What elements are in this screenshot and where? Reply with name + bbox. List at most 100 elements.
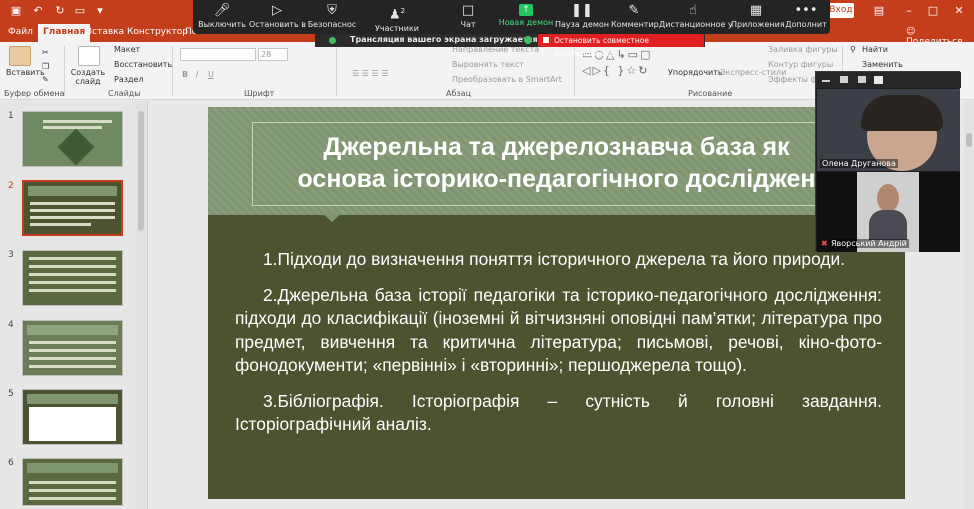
more-button[interactable]: ••• Дополнит [785, 0, 827, 34]
stop-video-button[interactable]: ▷ Остановить в [249, 0, 306, 34]
slide-thumbnail-4[interactable] [22, 320, 123, 376]
annotate-label: Комментир [611, 20, 659, 29]
save-icon[interactable]: ▣ [8, 3, 24, 19]
font-group-label: Шрифт [244, 89, 275, 98]
pause-share-button[interactable]: ❚❚ Пауза демон [555, 0, 609, 34]
chevron-down-icon[interactable]: ▾ [92, 3, 108, 19]
chat-button[interactable]: □ Чат [451, 0, 485, 34]
reset-button[interactable]: Восстановить [114, 60, 172, 69]
signin-button[interactable]: Вход [828, 3, 854, 18]
mute-button[interactable]: 🎤︎ Выключить [197, 0, 247, 34]
shape-outline-button[interactable]: Контур фигуры [768, 60, 833, 69]
layout-button[interactable]: Макет [114, 45, 140, 54]
replace-button[interactable]: Заменить [862, 60, 903, 69]
thumb-header [28, 186, 117, 196]
find-button[interactable]: Найти [862, 45, 888, 54]
undo-icon[interactable]: ↶ [30, 3, 46, 19]
redo-icon[interactable]: ↻ [52, 3, 68, 19]
strip-view-icon[interactable] [858, 76, 866, 83]
thumb-text-line [29, 357, 116, 360]
tab-home[interactable]: Главная [38, 24, 91, 42]
tab-design[interactable]: Конструктор [127, 25, 188, 40]
pause-icon: ❚❚ [571, 3, 593, 18]
maximize-icon[interactable]: □ [922, 2, 944, 20]
thumb-text-line [29, 289, 116, 292]
format-painter-icon[interactable]: ✎ [42, 75, 49, 84]
underline-icon[interactable]: U [208, 70, 214, 79]
scrollbar-thumb[interactable] [966, 133, 972, 147]
security-label: Безопаснос [307, 20, 357, 29]
slide-number: 2 [8, 181, 14, 191]
slide-thumbnail-6[interactable] [22, 458, 123, 506]
slide-thumbnail-3[interactable] [22, 250, 123, 306]
slide-title[interactable]: Джерельна та джерелознавча база як основ… [208, 131, 905, 195]
shape-fill-button[interactable]: Заливка фигуры [768, 45, 838, 54]
tab-insert[interactable]: Вставка [86, 25, 124, 40]
copy-icon[interactable]: ❐ [42, 62, 49, 71]
align-text-button[interactable]: Выровнять текст [452, 60, 524, 69]
paste-button[interactable]: Вставить [6, 68, 45, 77]
video-camera-icon: ▷ [272, 3, 282, 18]
cut-icon[interactable]: ✂ [42, 48, 49, 57]
participants-icon: ♟2 [388, 7, 406, 23]
participants-label: Участники [374, 24, 420, 34]
thumbnails-scrollbar[interactable] [136, 101, 146, 509]
thumb-text-line [30, 202, 115, 205]
ribbon-display-icon[interactable]: ▤ [868, 2, 890, 20]
slide-thumbnail-1[interactable] [22, 111, 123, 167]
tab-file[interactable]: Файл [8, 25, 33, 40]
speaker-view-icon[interactable] [840, 76, 848, 83]
grid-view-icon[interactable] [874, 76, 883, 84]
zoom-meeting-toolbar: 🎤︎ Выключить ▷ Остановить в ⛨ Безопаснос ♟2… [193, 0, 830, 34]
editor-scrollbar[interactable] [964, 101, 974, 509]
divider [336, 46, 337, 96]
slide-body[interactable]: 1.Підходи до визначення поняття історичн… [235, 248, 882, 449]
security-button[interactable]: ⛨ Безопаснос [307, 0, 357, 34]
remote-control-button[interactable]: ☝ Дистанционное у [659, 0, 733, 34]
slides-group-label: Слайды [108, 89, 141, 98]
present-icon[interactable]: ▭ [72, 3, 88, 19]
font-size-field[interactable]: 28 [258, 48, 288, 61]
new-slide-icon[interactable] [78, 46, 100, 66]
remote-control-label: Дистанционное у [659, 20, 733, 29]
video-tile[interactable]: Олена Друганова [817, 89, 960, 171]
microphone-icon: 🎤︎ [213, 3, 231, 18]
scrollbar-thumb[interactable] [138, 111, 144, 231]
align-icons[interactable]: ☰ ☰ ☰ ☰ [352, 69, 388, 78]
thumb-text-line [29, 341, 116, 344]
italic-icon[interactable]: I [196, 70, 198, 79]
new-share-button[interactable]: ↑ Новая демон [497, 0, 555, 34]
pencil-icon: ✎ [628, 3, 640, 18]
apps-button[interactable]: ▦ Приложения [731, 0, 785, 34]
shapes-gallery-icon[interactable]: ◁▷{ }☆↻ [582, 64, 650, 77]
convert-smartart-button[interactable]: Преобразовать в SmartArt [452, 75, 562, 84]
check-icon [524, 36, 532, 44]
stop-icon [543, 37, 549, 43]
font-name-field[interactable] [180, 48, 256, 61]
participants-button[interactable]: ♟2 Участники [371, 0, 423, 34]
bold-icon[interactable]: B [182, 70, 188, 79]
section-button[interactable]: Раздел [114, 75, 144, 84]
video-tile[interactable]: ✖ Яворський Андрій [817, 172, 960, 252]
chat-label: Чат [460, 20, 476, 29]
more-icon: ••• [794, 3, 818, 18]
slide-thumbnail-5[interactable] [22, 389, 123, 445]
annotate-button[interactable]: ✎ Комментир [611, 0, 659, 34]
new-slide-button[interactable]: Создать слайд [70, 68, 106, 86]
arrange-button[interactable]: Упорядочить [668, 68, 723, 77]
paragraph-group-label: Абзац [446, 89, 472, 98]
thumb-text-box [29, 407, 116, 441]
thumb-text-line [29, 481, 116, 484]
share-status-text: Трансляция вашего экрана загружается [350, 35, 538, 44]
slide-thumbnails-panel: 1 2 3 4 5 6 [0, 101, 148, 509]
thumb-text-line [30, 216, 115, 219]
minimize-icon[interactable] [822, 80, 830, 82]
close-icon[interactable]: ✕ [948, 2, 970, 20]
paste-icon[interactable] [9, 46, 31, 66]
stop-share-button[interactable]: Остановить совместное использование [538, 34, 704, 58]
minimize-icon[interactable]: – [898, 2, 920, 20]
current-slide[interactable]: Джерельна та джерелознавча база як основ… [208, 107, 905, 499]
slide-thumbnail-2[interactable] [22, 180, 123, 236]
thumb-text-line [29, 257, 116, 260]
thumb-text-line [29, 265, 116, 268]
